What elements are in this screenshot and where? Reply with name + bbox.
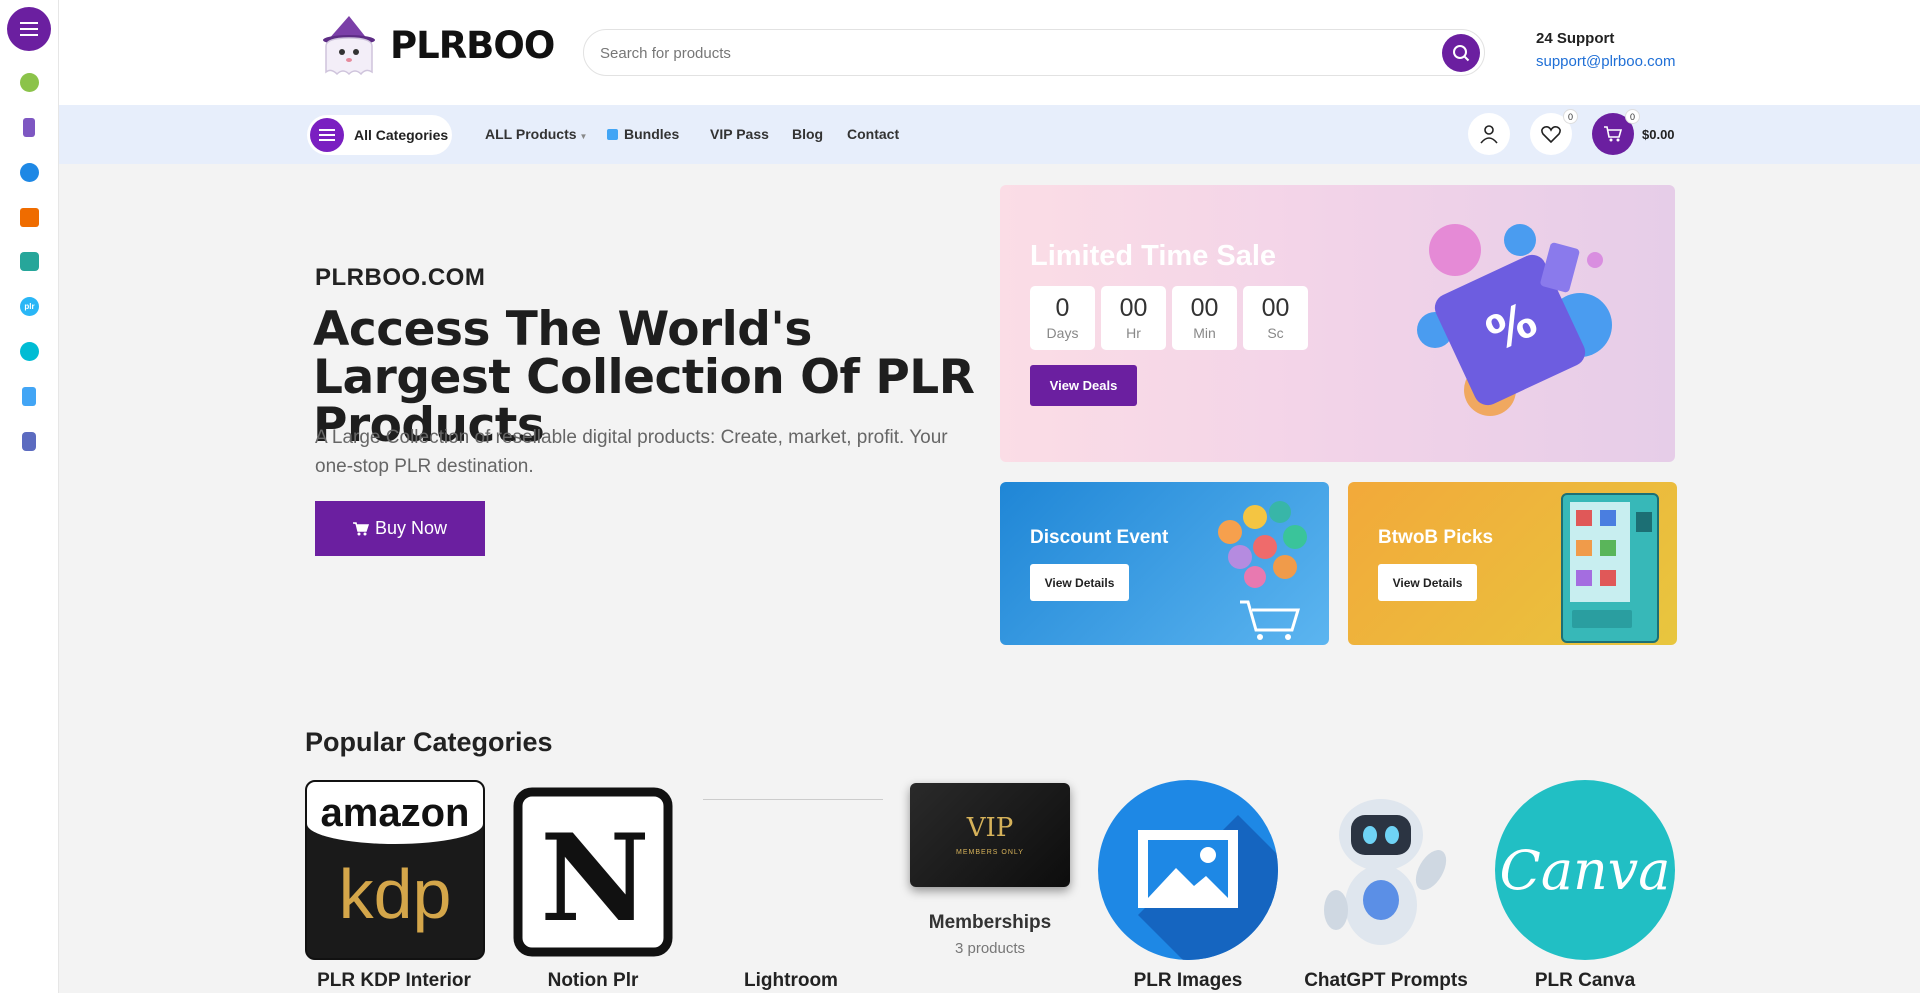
robot-illustration <box>1296 780 1476 960</box>
support-email-link[interactable]: support@plrboo.com <box>1536 53 1675 70</box>
basket-icon <box>607 129 618 140</box>
wishlist-count-badge: 0 <box>1563 109 1578 124</box>
category-name-canva[interactable]: PLR Canva <box>1475 970 1695 992</box>
wishlist-button[interactable]: 0 <box>1530 109 1578 155</box>
site-logo[interactable]: PLRBOO <box>314 10 555 80</box>
canva-icon[interactable] <box>20 342 39 361</box>
cart-button[interactable]: 0 <box>1592 109 1640 155</box>
countdown-days: 0 Days <box>1030 286 1095 350</box>
buy-now-button[interactable]: Buy Now <box>315 501 485 556</box>
category-name-chatgpt[interactable]: ChatGPT Prompts <box>1276 970 1496 992</box>
nav-link-all-products[interactable]: ALL Products ▼ <box>485 126 587 142</box>
countdown-minutes: 00 Min <box>1172 286 1237 350</box>
lightroom-image-broken <box>703 780 883 960</box>
vip-card-image: VIP MEMBERS ONLY <box>900 780 1080 890</box>
hero-site-name: PLRBOO.COM <box>315 264 486 291</box>
nav-link-bundles[interactable]: Bundles <box>607 126 679 142</box>
shopping-cart-bubbles-illustration <box>1218 501 1307 640</box>
cart-icon <box>352 521 369 535</box>
heart-icon <box>1541 126 1561 143</box>
notebook-icon[interactable] <box>20 208 39 227</box>
category-kdp[interactable]: amazon kdp <box>305 780 485 960</box>
category-name-plr-images[interactable]: PLR Images <box>1078 970 1298 992</box>
left-icon-rail: plr <box>0 0 59 993</box>
hero-description: A Large Collection of resellable digital… <box>315 427 948 477</box>
notion-logo: N <box>503 780 683 960</box>
kdp-logo: amazon kdp <box>305 780 485 960</box>
btwob-picks-card: BtwoB Picks View Details <box>1348 482 1677 645</box>
view-deals-button[interactable]: View Deals <box>1030 365 1137 406</box>
image-icon[interactable] <box>20 163 39 182</box>
site-header: PLRBOO Search for products 24 Support su… <box>59 0 1920 105</box>
support-block: 24 Support support@plrboo.com <box>1536 30 1675 70</box>
nav-link-vip-pass[interactable]: VIP Pass <box>710 126 769 142</box>
svg-text:N: N <box>540 808 650 949</box>
ghost-mascot-icon <box>323 16 375 76</box>
nav-link-blog[interactable]: Blog <box>792 126 823 142</box>
btwob-view-details-button[interactable]: View Details <box>1378 564 1477 601</box>
vending-machine-illustration <box>1561 493 1659 643</box>
discount-ticket-illustration: % <box>1417 224 1612 416</box>
countdown-seconds: 00 Sc <box>1243 286 1308 350</box>
cart-icon <box>1604 126 1623 142</box>
category-plr-images[interactable] <box>1098 780 1278 960</box>
category-notion[interactable]: N <box>503 780 683 960</box>
countdown-hours: 00 Hr <box>1101 286 1166 350</box>
cart-count-badge: 0 <box>1625 109 1640 124</box>
plr-icon[interactable]: plr <box>20 297 39 316</box>
search-input[interactable]: Search for products <box>600 45 731 62</box>
art-icon[interactable] <box>20 252 39 271</box>
plr-images-logo <box>1098 780 1278 960</box>
user-icon <box>1480 125 1498 144</box>
menu-icon <box>310 118 344 152</box>
support-title: 24 Support <box>1536 30 1615 47</box>
basket-icon[interactable] <box>22 387 36 406</box>
discount-view-details-button[interactable]: View Details <box>1030 564 1129 601</box>
book-icon[interactable] <box>23 118 35 137</box>
rail-menu-button[interactable] <box>7 7 51 51</box>
discount-event-card: Discount Event View Details <box>1000 482 1329 645</box>
category-count: 3 products <box>954 940 1026 957</box>
main-nav: All Categories ALL Products ▼ Bundles VIP… <box>59 105 1920 164</box>
btwob-picks-title: BtwoB Picks <box>1378 527 1494 548</box>
popular-categories-title: Popular Categories <box>305 727 553 757</box>
search-button[interactable] <box>1442 34 1480 72</box>
search-bar[interactable]: Search for products <box>583 29 1485 76</box>
category-name-lightroom[interactable]: Lightroom <box>681 970 901 992</box>
nav-link-contact[interactable]: Contact <box>847 126 899 142</box>
category-name: Memberships <box>928 912 1052 933</box>
category-lightroom[interactable] <box>703 780 883 960</box>
category-name-notion[interactable]: Notion Plr <box>483 970 703 992</box>
limited-time-sale-card: Limited Time Sale 0 Days 00 Hr 00 Min 00 Sc … <box>1000 185 1675 462</box>
chevron-down-icon: ▼ <box>579 132 588 141</box>
hamburger-icon <box>20 22 38 36</box>
kdp-icon[interactable] <box>20 73 39 92</box>
category-name-kdp[interactable]: PLR KDP Interior <box>284 970 504 992</box>
sale-title: Limited Time Sale <box>1030 240 1277 272</box>
canva-logo: Canva <box>1495 780 1675 960</box>
all-categories-label: All Categories <box>354 127 449 143</box>
all-categories-button[interactable]: All Categories <box>307 115 452 155</box>
cart-total: $0.00 <box>1642 127 1675 142</box>
account-button[interactable] <box>1468 113 1510 155</box>
countdown-timer: 0 Days 00 Hr 00 Min 00 Sc <box>1030 286 1308 350</box>
category-chatgpt-prompts[interactable] <box>1296 780 1476 960</box>
wizard-icon[interactable] <box>22 432 36 451</box>
category-memberships[interactable]: VIP MEMBERS ONLY Memberships 3 products <box>900 780 1080 957</box>
search-icon <box>1453 45 1470 62</box>
logo-text: PLRBOO <box>390 23 555 67</box>
discount-event-title: Discount Event <box>1030 527 1169 548</box>
category-plr-canva[interactable]: Canva <box>1495 780 1675 960</box>
